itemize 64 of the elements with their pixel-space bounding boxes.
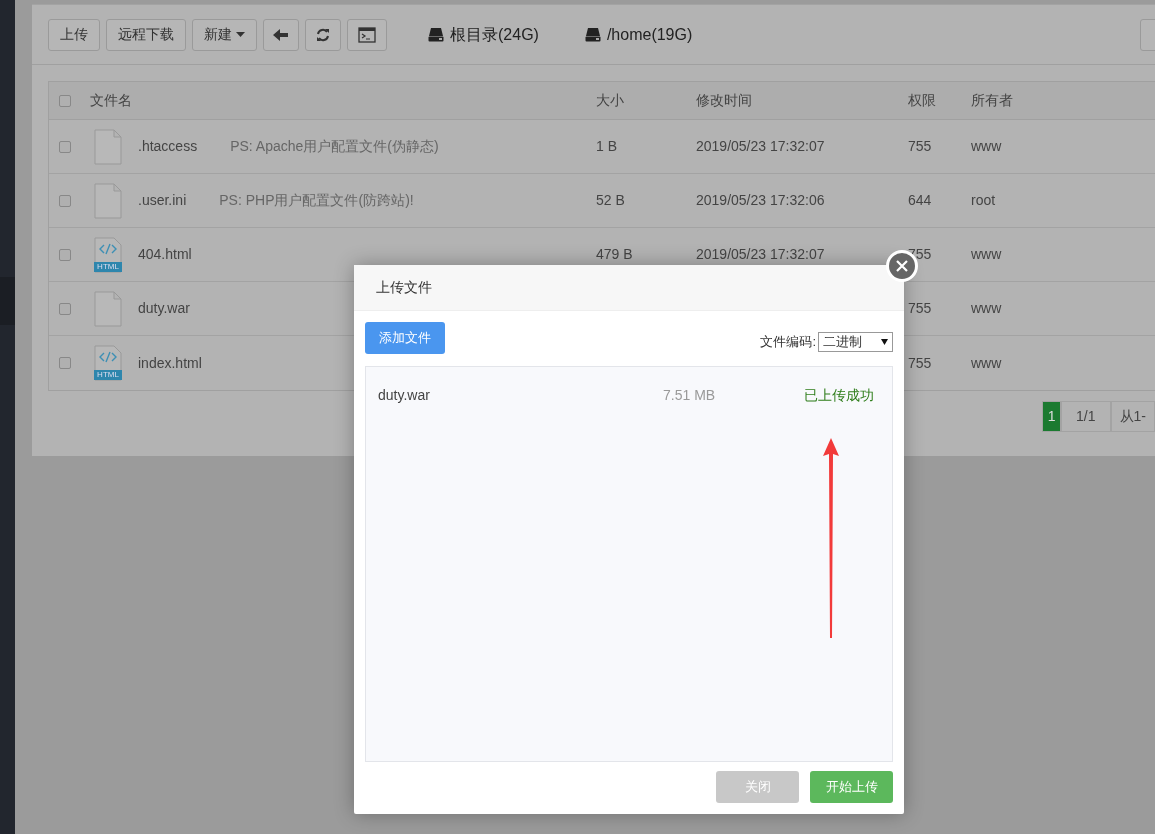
table-cell: 1 B [596,138,617,154]
start-upload-button[interactable]: 开始上传 [810,771,893,803]
back-button[interactable] [263,18,299,51]
file-name[interactable]: 404.html [138,244,192,265]
toolbar-button[interactable]: 上传 [48,18,100,51]
upload-status: 已上传成功 [804,385,874,405]
disk-link[interactable]: 根目录(24G) [450,22,539,47]
html-file-icon: HTML [93,236,123,273]
page-count: 1/1 [1061,401,1111,432]
encoding-select[interactable]: 二进制 [818,332,893,352]
column-header: 权限 [908,92,936,108]
upload-file-size: 7.51 MB [663,385,717,405]
checkbox[interactable] [59,248,71,261]
file-icon [93,290,123,327]
page-range: 从1- [1110,401,1155,432]
column-header: 文件名 [90,91,132,110]
table-cell: 644 [908,192,932,208]
checkbox[interactable] [59,94,71,107]
caret-icon [236,32,245,37]
disk-link[interactable]: /home(19G) [606,22,693,47]
disk-icon [428,27,444,42]
terminal-button[interactable] [347,18,387,51]
table-cell: 755 [908,138,932,154]
refresh-icon [316,27,330,42]
file-name[interactable]: .htaccess [138,136,198,157]
back-arrow-icon [273,28,289,41]
file-note: PS: PHP用户配置文件(防跨站)! [219,191,414,210]
dropdown-arrow-icon [881,339,888,345]
file-note: PS: Apache用户配置文件(伪静态) [230,137,439,156]
checkbox[interactable] [59,194,71,207]
encoding-label: 文件编码: [760,333,816,352]
column-header: 修改时间 [696,92,752,108]
terminal-icon [358,26,376,43]
table-cell: 479 B [596,246,633,262]
dialog-title: 上传文件 [376,278,432,297]
refresh-button[interactable] [305,18,341,51]
table-cell: root [971,192,996,208]
file-icon [93,128,123,165]
table-cell: 52 B [596,192,625,208]
toolbar-button[interactable]: 新建 [192,18,257,51]
checkbox[interactable] [59,140,71,153]
table-cell: 2019/05/23 17:32:06 [696,192,825,208]
html-file-icon: HTML [93,345,123,381]
file-icon [93,182,123,219]
column-header: 大小 [596,92,624,108]
file-name[interactable]: index.html [138,352,202,374]
table-cell: www [971,354,1002,371]
table-cell: 755 [908,354,932,371]
table-cell: www [971,246,1002,262]
upload-file-name: duty.war [378,385,431,405]
checkbox[interactable] [59,302,71,315]
column-header: 所有者 [971,92,1013,108]
table-cell: www [971,300,1002,316]
page-button[interactable]: 1 [1042,401,1062,432]
file-name[interactable]: .user.ini [138,190,187,211]
checkbox[interactable] [59,357,71,369]
file-name[interactable]: duty.war [138,298,190,319]
add-file-button[interactable]: 添加文件 [365,322,445,354]
table-cell: 2019/05/23 17:32:07 [696,138,825,154]
table-cell: 755 [908,300,932,316]
table-cell: www [971,138,1002,154]
toolbar-button[interactable]: 远程下载 [106,18,186,51]
disk-icon [584,27,601,42]
table-cell: 2019/05/23 17:32:07 [696,246,825,262]
